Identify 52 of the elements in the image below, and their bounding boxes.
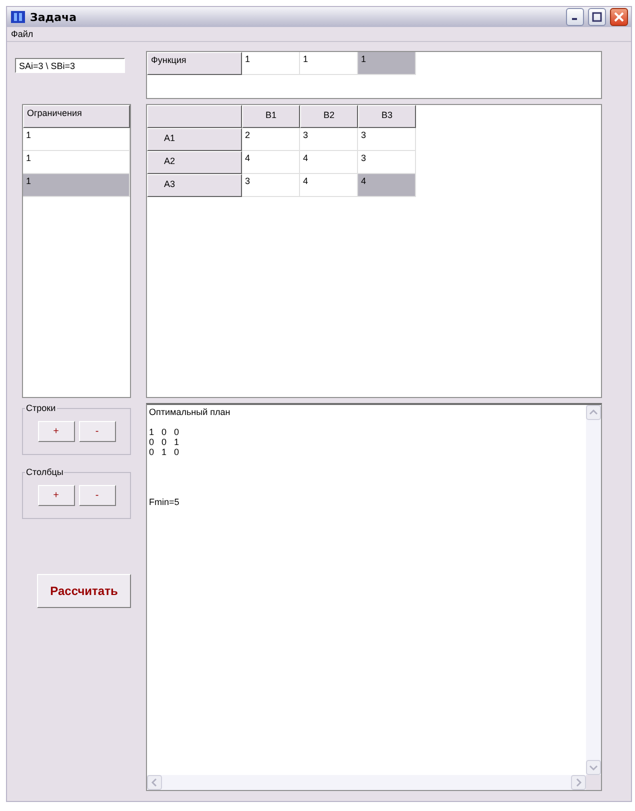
grid-cell[interactable]: 3	[300, 128, 358, 151]
grid-cell[interactable]: 3	[242, 174, 300, 197]
minimize-button[interactable]	[566, 8, 584, 26]
menu-item[interactable]: Файл	[11, 29, 34, 40]
output-text-area[interactable]: Оптимальный план 1 0 0 0 0 1 0 1 0 Fmin=5	[146, 403, 602, 791]
row-header: A1	[147, 128, 242, 151]
scrollbar-corner	[586, 775, 601, 790]
maximize-button[interactable]	[588, 8, 606, 26]
maximize-icon	[592, 12, 602, 22]
scroll-left-icon[interactable]	[147, 775, 162, 790]
grid-cell[interactable]: 1	[23, 174, 130, 197]
close-icon	[614, 12, 624, 22]
column-header: B2	[300, 105, 358, 128]
grid-cell[interactable]: 3	[358, 151, 416, 174]
add-button[interactable]: +	[38, 421, 74, 442]
grid-cell[interactable]: 4	[300, 174, 358, 197]
group-title: Строки	[25, 403, 57, 413]
summary-field[interactable]: SAi=3 \ SBi=3	[15, 58, 125, 73]
grid-cell[interactable]: 1	[23, 128, 130, 151]
scroll-right-icon[interactable]	[571, 775, 586, 790]
add-button[interactable]: +	[38, 485, 74, 506]
output-line: Оптимальный план	[149, 407, 232, 417]
grid-cell[interactable]: 4	[358, 174, 416, 197]
scroll-down-icon[interactable]	[586, 760, 601, 775]
window-title: Задача	[30, 10, 78, 24]
group-title: Столбцы	[25, 467, 64, 477]
grid-cell[interactable]: 1	[242, 52, 300, 75]
calculate-button[interactable]: Рассчитать	[37, 574, 131, 608]
output-line: 0 1 0	[149, 447, 180, 457]
output-line: Fmin=5	[149, 497, 180, 507]
grid-cell[interactable]: 3	[358, 128, 416, 151]
close-button[interactable]	[610, 8, 628, 26]
scroll-up-icon[interactable]	[586, 405, 601, 420]
remove-button[interactable]: -	[78, 421, 116, 442]
output-line: 0 0 1	[149, 437, 180, 447]
grid-cell[interactable]: 4	[242, 151, 300, 174]
grid-cell[interactable]: 1	[358, 52, 416, 75]
output-line: 1 0 0	[149, 427, 180, 437]
column-header: Ограничения	[23, 105, 130, 128]
grid-cell[interactable]: 4	[300, 151, 358, 174]
grid-cell[interactable]: 2	[242, 128, 300, 151]
app-icon	[10, 10, 26, 24]
row-header: A3	[147, 174, 242, 197]
row-header: A2	[147, 151, 242, 174]
column-header: B3	[358, 105, 416, 128]
column-header: B1	[242, 105, 300, 128]
horizontal-scrollbar[interactable]	[147, 775, 586, 790]
row-header: Функция	[147, 52, 242, 75]
remove-button[interactable]: -	[78, 485, 116, 506]
vertical-scrollbar[interactable]	[586, 405, 601, 775]
grid-cell[interactable]: 1	[300, 52, 358, 75]
grid-cell[interactable]: 1	[23, 151, 130, 174]
